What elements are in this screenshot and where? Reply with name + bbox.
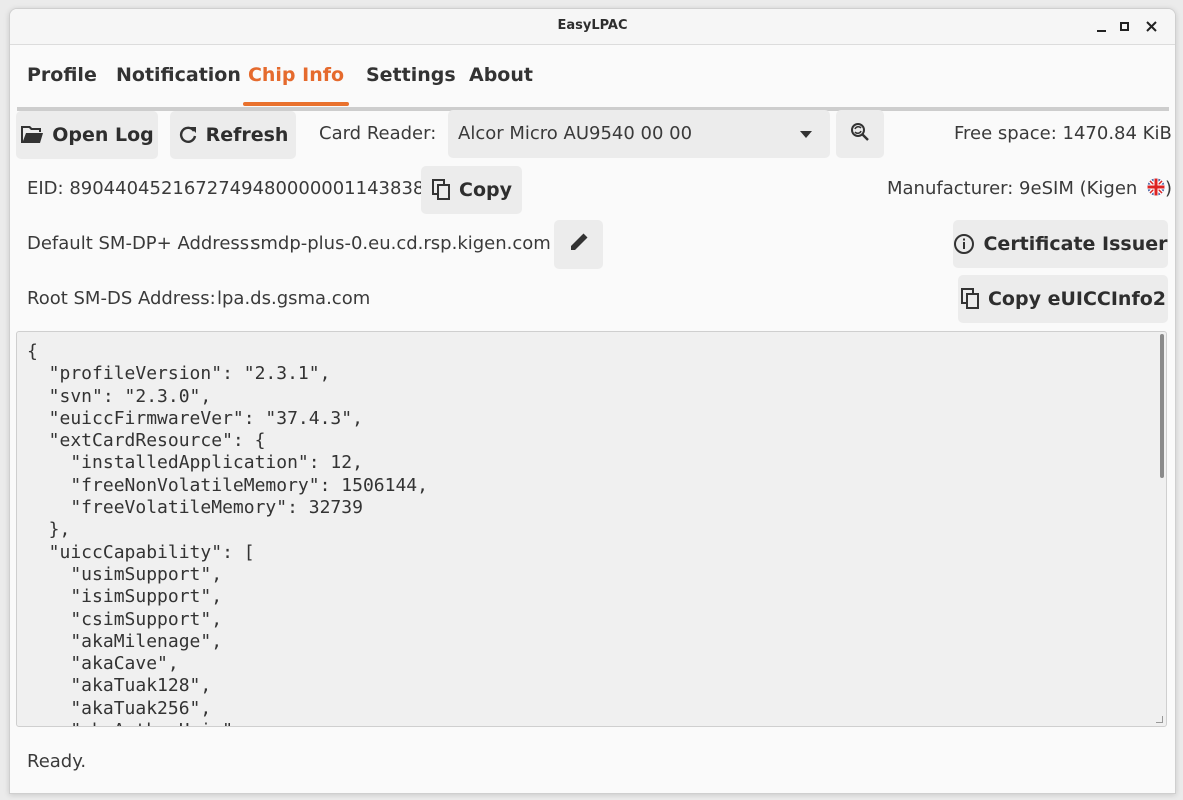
status-bar: Ready. — [10, 727, 1175, 793]
chevron-down-icon — [800, 131, 812, 138]
eid-text: EID: 89044045216727494800000011438381 — [27, 178, 436, 199]
info-icon — [953, 233, 975, 255]
copy-icon — [431, 179, 451, 201]
minimize-icon — [1097, 30, 1106, 32]
folder-open-icon — [20, 125, 44, 145]
maximize-button[interactable] — [1115, 17, 1135, 37]
close-button[interactable] — [1142, 17, 1162, 37]
euicc-info-text-area[interactable]: { "profileVersion": "2.3.1", "svn": "2.3… — [16, 331, 1167, 727]
refresh-button[interactable]: Refresh — [170, 111, 296, 159]
open-log-button[interactable]: Open Log — [16, 111, 158, 159]
card-reader-select[interactable]: Alcor Micro AU9540 00 00 — [448, 110, 830, 158]
euicc-info-json: { "profileVersion": "2.3.1", "svn": "2.3… — [27, 341, 428, 726]
copy-icon — [960, 288, 980, 310]
vertical-scrollbar[interactable] — [1160, 334, 1164, 478]
copy-euiccinfo2-label: Copy eUICCInfo2 — [987, 288, 1166, 310]
refresh-icon — [178, 125, 198, 145]
tab-chip-info[interactable]: Chip Info — [243, 53, 349, 107]
manufacturer-suffix: ) — [1165, 178, 1173, 199]
refresh-label: Refresh — [205, 124, 289, 146]
tab-bar: Profile Notification Chip Info Settings … — [16, 53, 1169, 113]
search-refresh-icon — [849, 121, 871, 148]
scan-readers-button[interactable] — [836, 110, 884, 158]
app-window: EasyLPAC Profile Notification Chip Info … — [9, 8, 1176, 794]
tab-about[interactable]: About — [469, 53, 533, 107]
tab-profile[interactable]: Profile — [27, 53, 97, 107]
certificate-issuer-label: Certificate Issuer — [983, 233, 1168, 255]
close-icon — [1146, 21, 1157, 32]
smdp-label: Default SM-DP+ Address: — [27, 233, 256, 254]
status-text: Ready. — [27, 751, 87, 772]
card-reader-label: Card Reader: — [319, 123, 437, 144]
manufacturer-prefix: Manufacturer: 9eSIM (Kigen — [887, 178, 1144, 199]
smds-label: Root SM-DS Address: — [27, 288, 216, 309]
uk-flag-icon — [1147, 178, 1165, 196]
free-space-text: Free space: 1470.84 KiB — [954, 123, 1172, 144]
copy-eid-button[interactable]: Copy — [421, 166, 522, 214]
minimize-button[interactable] — [1092, 17, 1112, 37]
pencil-icon — [568, 231, 590, 258]
maximize-icon — [1120, 22, 1129, 31]
copy-euiccinfo2-button[interactable]: Copy eUICCInfo2 — [958, 275, 1168, 323]
smdp-value: smdp-plus-0.eu.cd.rsp.kigen.com — [251, 233, 551, 254]
certificate-issuer-button[interactable]: Certificate Issuer — [953, 220, 1168, 268]
edit-smdp-button[interactable] — [554, 220, 603, 269]
tab-notification[interactable]: Notification — [116, 53, 241, 107]
smds-value: lpa.ds.gsma.com — [217, 288, 371, 309]
tab-settings[interactable]: Settings — [366, 53, 456, 107]
title-bar: EasyLPAC — [10, 9, 1175, 45]
resize-grip-icon[interactable] — [1156, 716, 1163, 723]
open-log-label: Open Log — [52, 124, 154, 146]
manufacturer-text: Manufacturer: 9eSIM (Kigen ) — [887, 178, 1172, 199]
window-title: EasyLPAC — [557, 18, 628, 33]
card-reader-value: Alcor Micro AU9540 00 00 — [458, 123, 693, 144]
copy-label: Copy — [459, 179, 512, 201]
